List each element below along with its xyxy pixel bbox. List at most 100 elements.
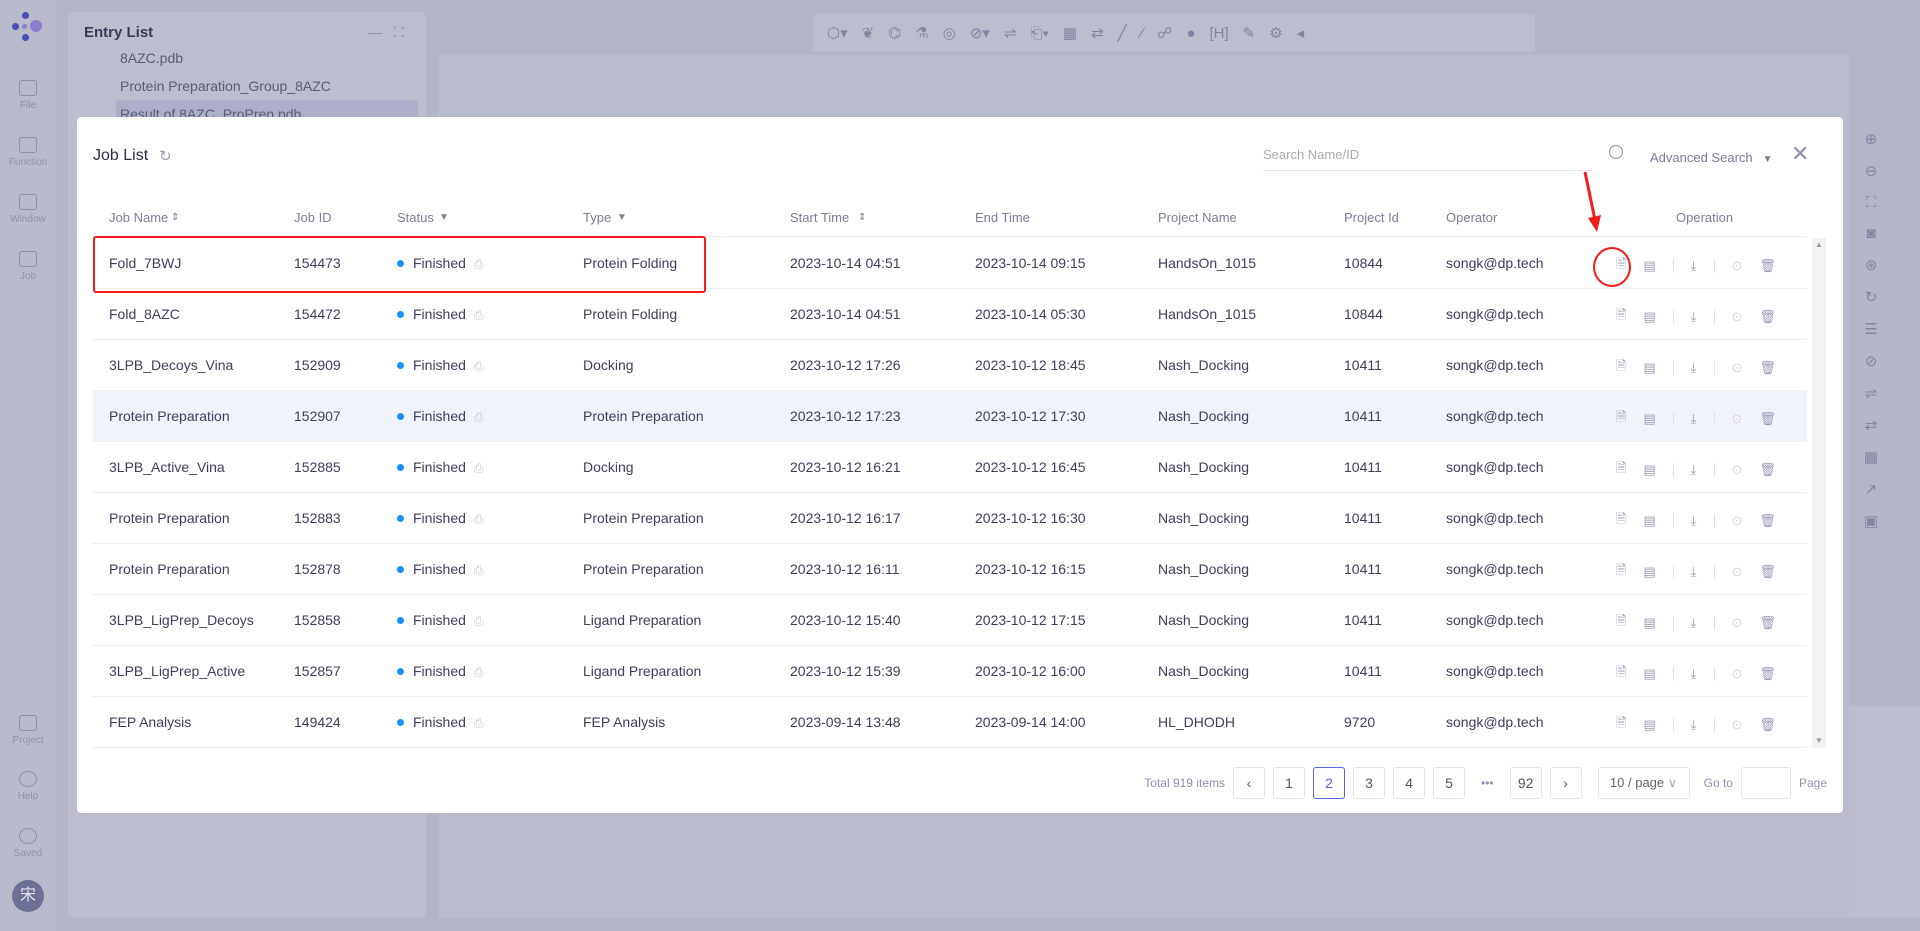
center-icon[interactable]: ⊛: [1865, 256, 1878, 274]
table-row[interactable]: Protein Preparation 152883 Finished ⎙ Protei…: [93, 493, 1807, 544]
stick-icon[interactable]: ⁄: [1141, 25, 1144, 42]
filter-icon[interactable]: ▼: [439, 199, 449, 237]
ribbon-icon[interactable]: ❦: [862, 24, 875, 42]
download-icon[interactable]: ⤓: [1691, 462, 1697, 478]
search-input[interactable]: [1263, 139, 1593, 171]
entry-group[interactable]: Protein Preparation_Group_8AZC: [120, 78, 331, 94]
measure-icon[interactable]: ⊘: [1865, 352, 1878, 370]
stop-icon[interactable]: ⊙: [1732, 717, 1743, 733]
stop-icon[interactable]: ⊙: [1732, 564, 1743, 580]
delete-icon[interactable]: 🗑: [1759, 513, 1776, 529]
pencil-icon[interactable]: ✎: [1243, 24, 1256, 42]
pagination-ellipsis[interactable]: •••: [1473, 776, 1502, 790]
column-header-start-time[interactable]: Start Time: [790, 199, 849, 237]
stop-icon[interactable]: ⊙: [1732, 360, 1743, 376]
delete-icon[interactable]: 🗑: [1759, 717, 1776, 733]
delete-icon[interactable]: 🗑: [1759, 564, 1776, 580]
note-icon[interactable]: ☰: [1864, 320, 1877, 338]
camera-icon[interactable]: ◙: [1866, 225, 1875, 242]
table-row[interactable]: Fold_8AZC 154472 Finished ⎙ Protein Folding 2…: [93, 289, 1807, 340]
swap-icon[interactable]: ⇄: [1091, 24, 1104, 42]
flask-icon[interactable]: ⚗: [915, 24, 928, 42]
page-button-2[interactable]: 2: [1313, 767, 1345, 799]
stop-icon[interactable]: ⊙: [1732, 513, 1743, 529]
expand-icon[interactable]: ⛶: [394, 24, 404, 41]
rail-item-window[interactable]: Window: [0, 194, 56, 225]
entry-item[interactable]: 8AZC.pdb: [120, 50, 183, 66]
download-icon[interactable]: ⤓: [1691, 513, 1697, 529]
scroll-up-icon[interactable]: ▲: [1812, 238, 1826, 252]
gear-icon[interactable]: ⚙: [1269, 24, 1282, 42]
view-file-icon[interactable]: 🗎: [1616, 306, 1626, 328]
log-icon[interactable]: ⎙: [474, 512, 484, 526]
stop-icon[interactable]: ⊙: [1732, 666, 1743, 682]
plot-icon[interactable]: ▣: [1864, 512, 1878, 530]
page-button-5[interactable]: 5: [1433, 767, 1465, 799]
log-icon[interactable]: ⎙: [474, 410, 484, 424]
spheres-icon[interactable]: ●: [1186, 25, 1195, 42]
view-file-icon[interactable]: 🗎: [1616, 510, 1626, 532]
column-header-status[interactable]: Status: [397, 199, 434, 237]
report-icon[interactable]: ▤: [1643, 309, 1655, 325]
stop-icon[interactable]: ⊙: [1732, 462, 1743, 478]
rail-item-saved[interactable]: Saved: [0, 828, 56, 859]
table-row[interactable]: 3LPB_Active_Vina 152885 Finished ⎙ Docking 20…: [93, 442, 1807, 493]
stop-icon[interactable]: ⊙: [1732, 615, 1743, 631]
select-icon[interactable]: ◎: [943, 24, 956, 42]
avatar[interactable]: 宋: [12, 880, 44, 912]
log-icon[interactable]: ⎙: [474, 461, 484, 475]
delete-icon[interactable]: 🗑: [1759, 309, 1776, 325]
log-icon[interactable]: ⎙: [474, 359, 484, 373]
zoom-out-icon[interactable]: ⊖: [1865, 162, 1878, 180]
next-page-button[interactable]: ›: [1549, 767, 1582, 799]
swap-icon[interactable]: ⇄: [1865, 416, 1878, 434]
goto-page-input[interactable]: [1740, 767, 1791, 799]
delete-icon[interactable]: 🗑: [1759, 615, 1776, 631]
ballstick-icon[interactable]: ☍: [1157, 24, 1172, 42]
view-file-icon[interactable]: 🗎: [1616, 459, 1626, 481]
log-icon[interactable]: ⎙: [474, 716, 484, 730]
delete-icon[interactable]: 🗑: [1759, 462, 1776, 478]
log-icon[interactable]: ⎙: [474, 614, 484, 628]
advanced-search-button[interactable]: Advanced Search ▼: [1650, 150, 1773, 165]
surface-icon[interactable]: ▦: [1864, 448, 1878, 466]
page-button-4[interactable]: 4: [1393, 767, 1425, 799]
column-header-type[interactable]: Type: [583, 199, 611, 237]
scrollbar[interactable]: ▲ ▼: [1812, 238, 1826, 748]
page-button-1[interactable]: 1: [1273, 767, 1305, 799]
zoom-in-icon[interactable]: ⊕: [1865, 130, 1878, 148]
search-icon[interactable]: [1609, 145, 1623, 159]
stop-icon[interactable]: ⊙: [1732, 309, 1743, 325]
delete-icon[interactable]: 🗑: [1759, 666, 1776, 682]
rotate-icon[interactable]: ↻: [1865, 288, 1878, 306]
view-file-icon[interactable]: 🗎: [1616, 663, 1626, 685]
report-icon[interactable]: ▤: [1643, 411, 1655, 427]
molecule-icon[interactable]: ⌬: [888, 24, 901, 42]
column-header-job-name[interactable]: Job Name: [109, 199, 168, 237]
download-icon[interactable]: ⤓: [1691, 411, 1697, 427]
delete-icon[interactable]: 🗑: [1759, 411, 1776, 427]
line-icon[interactable]: ╱: [1118, 24, 1127, 42]
table-row[interactable]: Protein Preparation 152878 Finished ⎙ Protei…: [93, 544, 1807, 595]
bookmark-icon[interactable]: ⎗▾: [1031, 25, 1049, 42]
view-file-icon[interactable]: 🗎: [1616, 714, 1626, 736]
rail-item-function[interactable]: Function: [0, 137, 56, 168]
log-icon[interactable]: ⎙: [474, 563, 484, 577]
table-row[interactable]: 3LPB_LigPrep_Decoys 152858 Finished ⎙ Ligand…: [93, 595, 1807, 646]
rail-item-project[interactable]: Project: [0, 715, 56, 746]
path-icon[interactable]: ⇌: [1004, 24, 1017, 42]
hydrogen-icon[interactable]: [H]: [1209, 25, 1228, 42]
page-button-3[interactable]: 3: [1353, 767, 1385, 799]
fit-icon[interactable]: ⛶: [1866, 194, 1877, 211]
delete-icon[interactable]: 🗑: [1759, 258, 1776, 274]
download-icon[interactable]: ⤓: [1691, 564, 1697, 580]
report-icon[interactable]: ▤: [1643, 258, 1655, 274]
report-icon[interactable]: ▤: [1643, 462, 1655, 478]
download-icon[interactable]: ⤓: [1691, 360, 1697, 376]
close-icon[interactable]: ✕: [1791, 141, 1809, 167]
report-icon[interactable]: ▤: [1643, 513, 1655, 529]
scroll-down-icon[interactable]: ▼: [1812, 734, 1826, 748]
structure-icon[interactable]: ⬡▾: [827, 24, 848, 42]
view-file-icon[interactable]: 🗎: [1616, 408, 1626, 430]
report-icon[interactable]: ▤: [1643, 360, 1655, 376]
